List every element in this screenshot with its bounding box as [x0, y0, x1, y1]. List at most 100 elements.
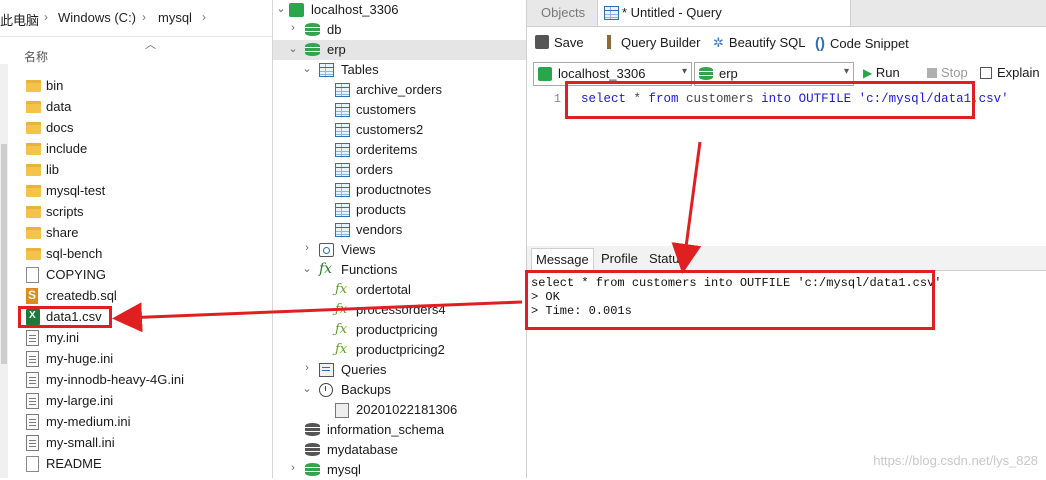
list-item[interactable]: sql-bench — [24, 244, 254, 264]
table-icon — [335, 163, 350, 177]
tree-label: Tables — [341, 62, 379, 77]
list-item[interactable]: README — [24, 454, 254, 474]
tree-item-tables[interactable]: ⌄ Tables — [273, 60, 526, 80]
tree-item-mysql[interactable]: › mysql — [273, 460, 526, 480]
tree-item-function[interactable]: ƒx productpricing2 — [273, 340, 526, 360]
list-item[interactable]: my-large.ini — [24, 391, 254, 411]
list-item[interactable]: bin — [24, 76, 254, 96]
tree-item-table[interactable]: archive_orders — [273, 80, 526, 100]
tree-item-table[interactable]: orderitems — [273, 140, 526, 160]
chevron-down-icon[interactable]: ⌄ — [275, 2, 287, 15]
chevron-down-icon[interactable]: ⌄ — [301, 62, 313, 75]
list-item[interactable]: my-innodb-heavy-4G.ini — [24, 370, 254, 390]
chevron-right-icon[interactable]: › — [287, 22, 299, 34]
tree-item-table[interactable]: vendors — [273, 220, 526, 240]
function-icon: ƒx — [335, 282, 348, 297]
column-header-name[interactable]: 名称 — [24, 48, 48, 65]
tree-item-table[interactable]: customers — [273, 100, 526, 120]
list-item[interactable]: COPYING — [24, 265, 254, 285]
list-item[interactable]: mysql-test — [24, 181, 254, 201]
list-item[interactable]: createdb.sql — [24, 286, 254, 306]
tree-item-db[interactable]: › db — [273, 20, 526, 40]
list-item[interactable]: include — [24, 139, 254, 159]
tree-item-table[interactable]: productnotes — [273, 180, 526, 200]
scrollbar[interactable] — [0, 64, 8, 478]
breadcrumb-this-pc[interactable]: 此电脑 — [0, 10, 39, 29]
tree-label: erp — [327, 42, 346, 57]
toolbar: Save Query Builder ✲ Beautify SQL () Code … — [527, 30, 1046, 58]
list-item[interactable]: docs — [24, 118, 254, 138]
code-snippet-button[interactable]: () Code Snippet — [815, 35, 909, 53]
chevron-down-icon[interactable]: ⌄ — [301, 262, 313, 275]
breadcrumb-mysql[interactable]: mysql — [158, 10, 192, 25]
tree-label: processorders4 — [356, 302, 446, 317]
tab-message[interactable]: Message — [531, 248, 594, 271]
list-item[interactable]: my-medium.ini — [24, 412, 254, 432]
list-item[interactable]: my.ini — [24, 328, 254, 348]
list-item[interactable]: my-small.ini — [24, 433, 254, 453]
list-item[interactable]: my-huge.ini — [24, 349, 254, 369]
list-item[interactable]: scripts — [24, 202, 254, 222]
watermark: https://blog.csdn.net/lys_828 — [873, 453, 1038, 468]
function-icon: ƒx — [335, 302, 348, 317]
chevron-down-icon[interactable]: ⌄ — [301, 382, 313, 395]
tree-item-connection[interactable]: ⌄ localhost_3306 — [273, 0, 526, 20]
tab-profile[interactable]: Profile — [597, 248, 642, 270]
chevron-right-icon[interactable]: › — [301, 362, 313, 374]
tree-item-views[interactable]: › Views — [273, 240, 526, 260]
tree-item-table[interactable]: customers2 — [273, 120, 526, 140]
tree-label: Views — [341, 242, 376, 257]
function-icon: fx — [319, 261, 333, 277]
query-editor-pane: Objects * Untitled - Query Save Query Bu… — [527, 0, 1046, 478]
connection-select-value: localhost_3306 — [558, 66, 646, 81]
tree-item-queries[interactable]: › Queries — [273, 360, 526, 380]
tree-item-information-schema[interactable]: information_schema — [273, 420, 526, 440]
explain-button[interactable]: Explain — [980, 65, 1040, 83]
tree-item-backup-file[interactable]: 20201022181306 — [273, 400, 526, 420]
save-label: Save — [554, 35, 584, 50]
run-label: Run — [875, 65, 900, 80]
tree-item-function[interactable]: ƒx ordertotal — [273, 280, 526, 300]
magic-wand-icon: ✲ — [713, 35, 724, 50]
result-tab-bar: Message Profile Status — [527, 246, 1046, 271]
file-name: lib — [46, 162, 60, 177]
tree-item-table[interactable]: products — [273, 200, 526, 220]
query-builder-label: Query Builder — [621, 35, 701, 50]
tree-item-backups[interactable]: ⌄ Backups — [273, 380, 526, 400]
tree-item-table[interactable]: orders — [273, 160, 526, 180]
tree-item-erp[interactable]: ⌄ erp — [273, 40, 526, 60]
tab-untitled-query[interactable]: * Untitled - Query — [597, 0, 851, 26]
query-builder-button[interactable]: Query Builder — [603, 35, 700, 53]
tree-label: orders — [356, 162, 393, 177]
tab-status[interactable]: Status — [645, 248, 690, 270]
chevron-right-icon[interactable]: › — [287, 462, 299, 474]
database-icon — [305, 463, 320, 476]
tree-item-function[interactable]: ƒx processorders4 — [273, 300, 526, 320]
tree-item-mydatabase[interactable]: mydatabase — [273, 440, 526, 460]
breadcrumb-drive[interactable]: Windows (C:) — [58, 10, 136, 25]
file-name: my-large.ini — [46, 393, 114, 408]
list-item[interactable]: share — [24, 223, 254, 243]
highlight-box-message — [525, 270, 935, 330]
sort-up-icon: ︿ — [145, 39, 156, 51]
scrollbar-thumb[interactable] — [1, 144, 7, 364]
file-name: scripts — [46, 204, 84, 219]
tree-item-functions[interactable]: ⌄ fx Functions — [273, 260, 526, 280]
connection-icon — [538, 67, 552, 81]
file-name: data — [46, 99, 72, 114]
play-icon: ▶ — [863, 66, 873, 80]
chevron-right-icon: › — [44, 10, 48, 24]
settings-file-icon — [26, 330, 39, 346]
chevron-down-icon[interactable]: ⌄ — [287, 42, 299, 55]
beautify-sql-button[interactable]: ✲ Beautify SQL — [713, 35, 806, 53]
tree-item-function[interactable]: ƒx productpricing — [273, 320, 526, 340]
braces-icon: () — [815, 35, 825, 52]
tree-label: customers — [356, 102, 416, 117]
list-item[interactable]: lib — [24, 160, 254, 180]
tree-label: vendors — [356, 222, 403, 237]
tree-label: Queries — [341, 362, 387, 377]
save-button[interactable]: Save — [535, 35, 584, 53]
file-name: docs — [46, 120, 74, 135]
chevron-right-icon[interactable]: › — [301, 242, 313, 254]
list-item[interactable]: data — [24, 97, 254, 117]
